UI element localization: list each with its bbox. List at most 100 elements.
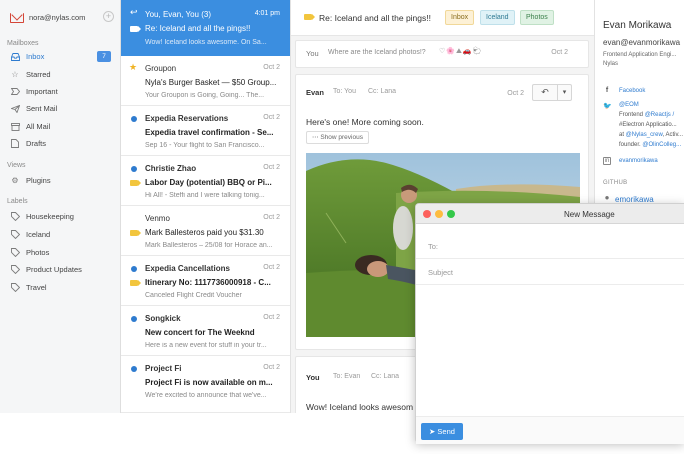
sidebar-item-travel[interactable]: Travel (0, 279, 120, 296)
contact-name: Evan Morikawa (603, 20, 672, 31)
chevron-down-icon[interactable]: ▾ (558, 85, 571, 100)
github-section-label: GITHUB (603, 180, 628, 186)
compose-body[interactable] (416, 286, 684, 414)
tag-icon (10, 265, 20, 275)
thread-from: Christie Zhao (145, 164, 197, 173)
label-marker-icon (130, 230, 141, 236)
plus-circle-icon[interactable]: + (103, 11, 114, 22)
thread-row[interactable]: Expedia Reservations Oct 2 Expedia trave… (121, 106, 290, 156)
compose-title: New Message (564, 210, 615, 219)
sent-icon (10, 104, 20, 114)
sidebar-item-sent-mail[interactable]: Sent Mail (0, 100, 120, 117)
subject-label: Subject (428, 268, 454, 277)
reply-button[interactable]: ↶ ▾ (532, 84, 572, 101)
thread-row-selected[interactable]: ↩ You, Evan, You (3) 4:01 pm Re: Iceland… (121, 0, 290, 56)
tag-inbox[interactable]: Inbox (445, 10, 475, 25)
send-label: Send (437, 427, 455, 436)
sidebar-item-plugins[interactable]: ⚙ Plugins (0, 172, 120, 189)
thread-row[interactable]: Christie Zhao Oct 2 Labor Day (potential… (121, 156, 290, 206)
thread-subject: Labor Day (potential) BBQ or Pi... (145, 178, 272, 187)
tag-iceland[interactable]: Iceland (480, 10, 515, 25)
twitter-mention-link[interactable]: @Nylas_crew (626, 132, 663, 138)
minimize-window-icon[interactable] (435, 210, 443, 218)
thread-from: Venmo (145, 214, 170, 223)
tag-photos[interactable]: Photos (520, 10, 554, 25)
unread-dot-icon (131, 316, 137, 322)
message-date: Oct 2 (551, 49, 568, 56)
thread-row[interactable]: Expedia Cancellations Oct 2 Itinerary No… (121, 256, 290, 306)
sidebar-item-photos[interactable]: Photos (0, 244, 120, 261)
sidebar-item-label: Photos (26, 248, 50, 257)
thread-subject: Re: Iceland and all the pings!! (145, 24, 251, 33)
thread-date: Oct 2 (263, 364, 280, 371)
thread-snippet: Canceled Flight Credit Voucher (145, 292, 242, 299)
message-cc: Cc: Lana (368, 88, 397, 95)
thread-date: Oct 2 (263, 114, 280, 121)
archive-icon (10, 122, 20, 132)
send-button[interactable]: ➤ Send (421, 423, 463, 440)
tag-icon (10, 248, 20, 258)
sidebar-item-iceland[interactable]: Iceland (0, 226, 120, 243)
thread-row[interactable]: Songkick Oct 2 New concert for The Weekn… (121, 306, 290, 356)
thread-from: Project Fi (145, 364, 182, 373)
reply-arrow-icon: ↩ (130, 7, 138, 17)
reply-icon[interactable]: ↶ (533, 85, 558, 100)
unread-count-badge: 7 (97, 51, 111, 62)
thread-row[interactable]: Project Fi Oct 2 Project Fi is now avail… (121, 356, 290, 413)
message-subject: Re: Iceland and all the pings!! (319, 13, 431, 23)
to-label: To: (428, 242, 439, 251)
label-marker-icon (130, 26, 141, 32)
important-icon (10, 87, 20, 97)
twitter-bio-line: founder. @OlinColleg... (619, 142, 681, 148)
label-marker-icon (130, 180, 141, 186)
thread-date: 4:01 pm (254, 10, 280, 17)
maximize-window-icon[interactable] (447, 210, 455, 218)
github-icon: ● (604, 193, 610, 202)
star-icon[interactable]: ★ (129, 62, 137, 73)
sidebar-item-label: All Mail (26, 122, 51, 131)
message-body: Wow! Iceland looks awesom (306, 402, 414, 412)
sidebar-item-label: Housekeeping (26, 212, 74, 221)
account-switcher[interactable]: nora@nylas.com + (10, 10, 114, 24)
thread-snippet: Sep 16 - Your flight to San Francisco... (145, 142, 265, 149)
twitter-bio-text: Frontend (619, 112, 645, 118)
sidebar-item-starred[interactable]: ☆ Starred (0, 66, 120, 83)
twitter-mention-link[interactable]: @Reactjs / (645, 112, 674, 118)
facebook-link[interactable]: Facebook (619, 88, 645, 94)
twitter-bio-text: at (619, 132, 626, 138)
unread-dot-icon (131, 116, 137, 122)
linkedin-link[interactable]: evanmorikawa (619, 158, 658, 164)
to-field[interactable]: To: (416, 233, 684, 259)
twitter-bio-line: at @Nylas_crew, Activ... (619, 132, 683, 138)
thread-from: Expedia Cancellations (145, 264, 230, 273)
twitter-icon: 🐦 (603, 103, 612, 110)
twitter-mention-link[interactable]: @OlinColleg... (642, 142, 681, 148)
message-from: You (306, 373, 320, 382)
thread-row[interactable]: ★ Groupon Oct 2 Nyla's Burger Basket — $… (121, 56, 290, 106)
thread-row[interactable]: Venmo Oct 2 Mark Ballesteros paid you $3… (121, 206, 290, 256)
thread-date: Oct 2 (263, 164, 280, 171)
message-header: Re: Iceland and all the pings!! Inbox Ic… (291, 0, 594, 36)
sidebar-item-all-mail[interactable]: All Mail (0, 118, 120, 135)
thread-subject: Itinerary No: 1117736000918 - C... (145, 278, 271, 287)
sidebar-item-label: Travel (26, 283, 47, 292)
sidebar-item-product-updates[interactable]: Product Updates (0, 261, 120, 278)
thread-date: Oct 2 (263, 64, 280, 71)
sidebar: nora@nylas.com + Mailboxes Inbox 7 ☆ Sta… (0, 0, 121, 413)
sidebar-item-housekeeping[interactable]: Housekeeping (0, 208, 120, 225)
twitter-handle[interactable]: @EOM (619, 102, 639, 108)
subject-field[interactable]: Subject (416, 259, 684, 285)
gmail-icon (10, 12, 24, 23)
compose-titlebar[interactable]: New Message (416, 204, 684, 224)
sidebar-item-inbox[interactable]: Inbox 7 (0, 48, 120, 65)
sidebar-item-important[interactable]: Important (0, 83, 120, 100)
close-window-icon[interactable] (423, 210, 431, 218)
sidebar-item-drafts[interactable]: Drafts (0, 135, 120, 152)
collapsed-message[interactable]: You Where are the Iceland photos!? ♡🌸⛰🚗🐑… (295, 40, 589, 68)
sidebar-item-label: Inbox (26, 52, 45, 61)
twitter-bio-text: , Activ... (662, 132, 684, 138)
show-previous-button[interactable]: ⋯ Show previous (306, 131, 369, 144)
message-from: You (306, 49, 319, 58)
plugins-icon: ⚙ (11, 176, 19, 185)
message-body: Here's one! More coming soon. (306, 117, 424, 127)
